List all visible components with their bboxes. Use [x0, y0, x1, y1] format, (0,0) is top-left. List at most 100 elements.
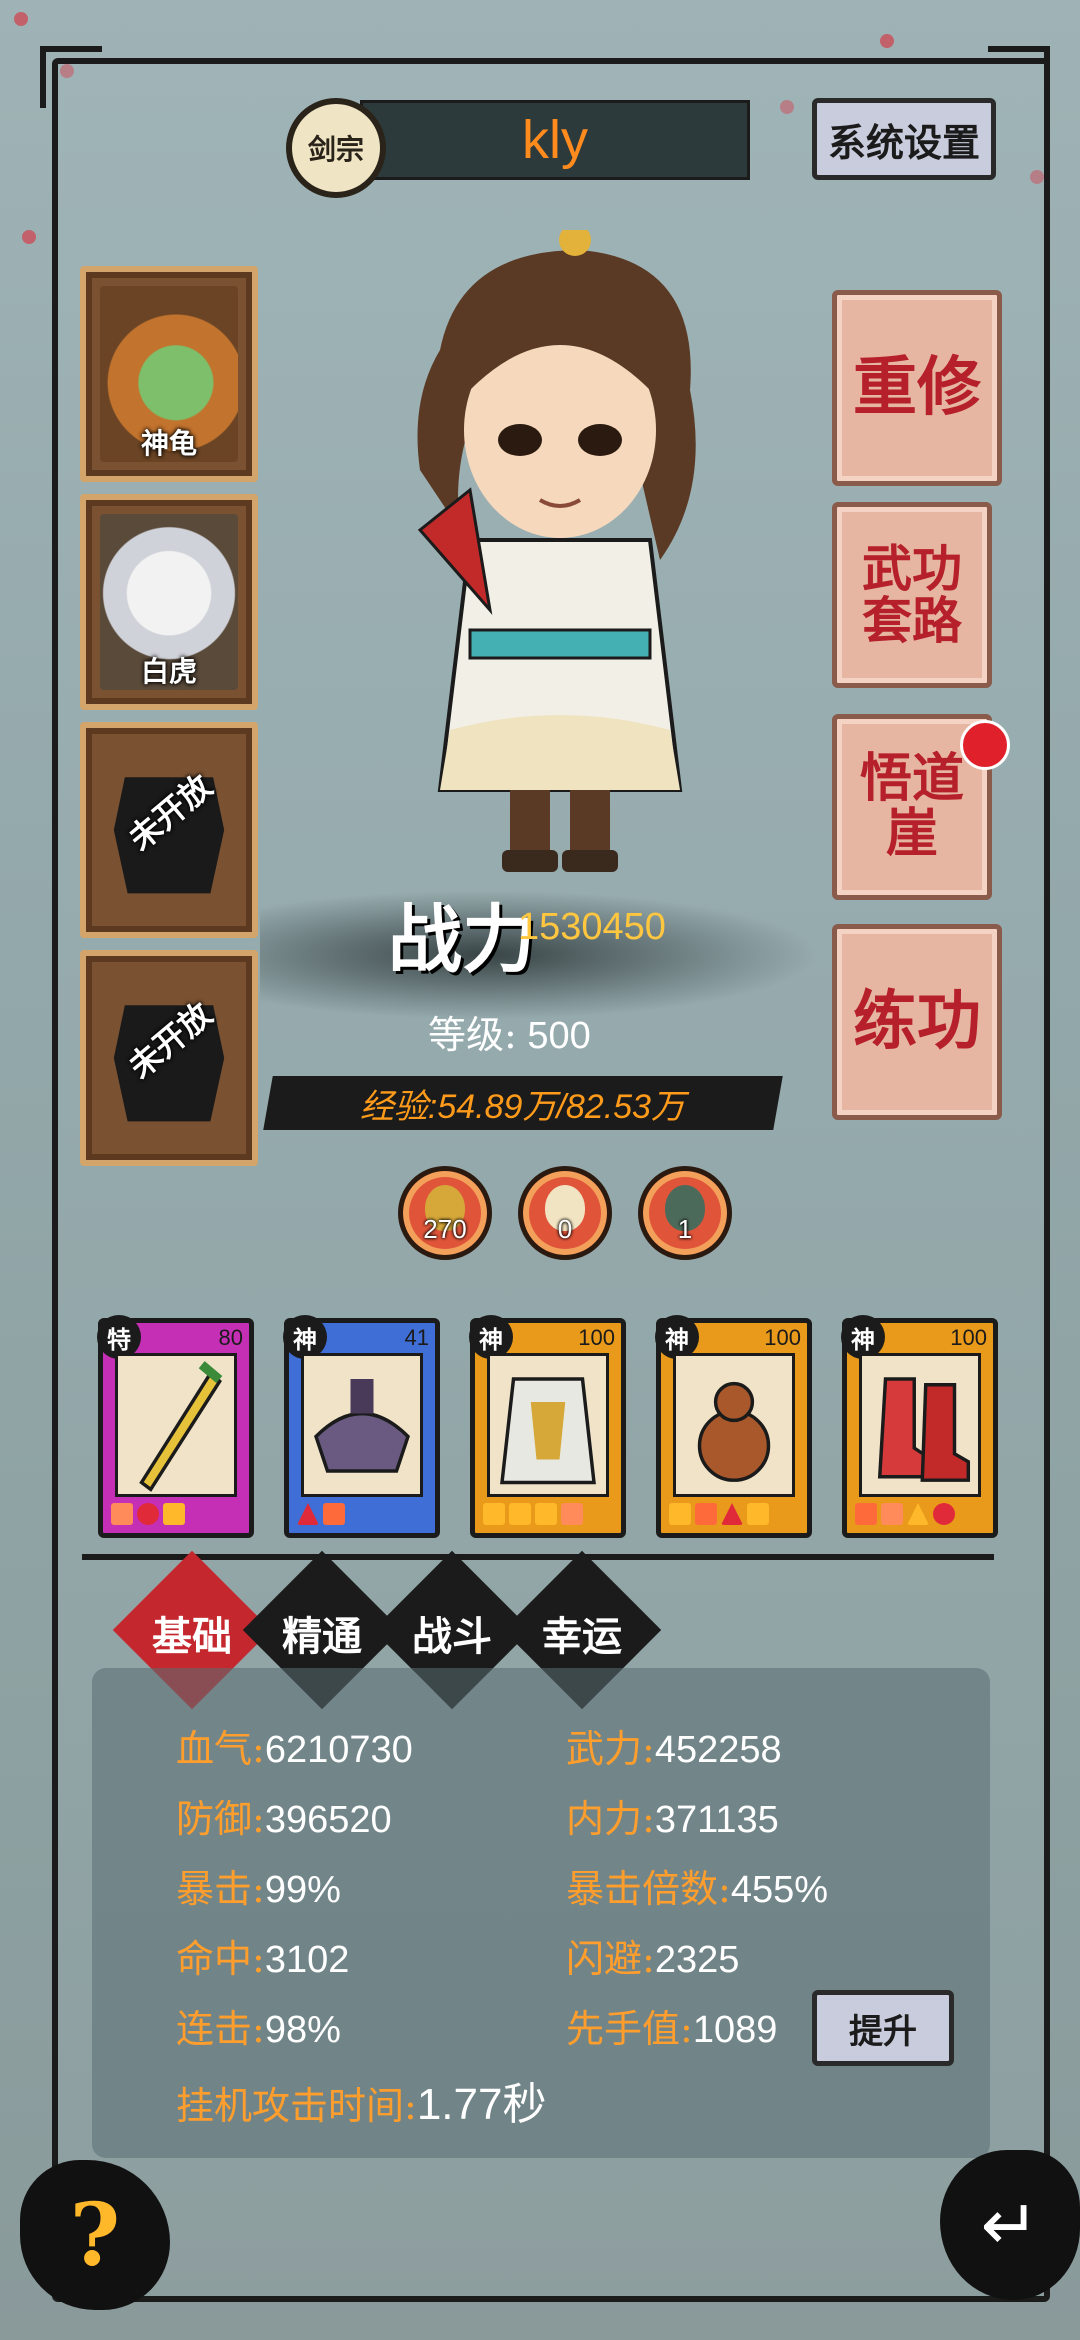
- gem-icon: [137, 1503, 159, 1525]
- gem-icon: [297, 1503, 319, 1525]
- enlightenment-cliff-label: 悟道崖: [859, 748, 964, 864]
- stat-label: 闪避:: [566, 1937, 655, 1981]
- retrain-button[interactable]: 重修: [832, 290, 1002, 486]
- back-button[interactable]: ↵: [940, 2150, 1080, 2300]
- stat-label: 防御:: [176, 1797, 265, 1841]
- equipment-level: 100: [764, 1325, 801, 1350]
- combat-power-value: 1530450: [518, 906, 666, 948]
- blossom-decoration: [22, 230, 36, 244]
- gem-icon: [163, 1503, 185, 1525]
- gem-icon: [535, 1503, 557, 1525]
- tab-basic-label: 基础: [152, 1613, 232, 1660]
- stat-initiative: 先手值:1089: [566, 1998, 777, 2053]
- system-settings-label: 系统设置: [827, 119, 980, 165]
- boots-icon: [859, 1353, 981, 1497]
- martial-arts-button[interactable]: 武功套路: [832, 502, 992, 688]
- equipment-level: 100: [950, 1325, 987, 1350]
- stat-label: 先手值:: [566, 2007, 693, 2051]
- frame-corner: [40, 46, 102, 108]
- level-display: 等级: 500: [428, 1004, 591, 1059]
- gem-icon: [855, 1503, 877, 1525]
- player-name: kly: [522, 110, 588, 170]
- stat-value: 99%: [264, 1869, 341, 1911]
- stat-inner-power: 内力:371135: [566, 1788, 779, 1843]
- equipment-level: 41: [404, 1325, 429, 1350]
- pet-slot-locked[interactable]: 未开放: [80, 950, 258, 1166]
- stat-value: 371135: [654, 1799, 779, 1841]
- equipment-slot-gourd[interactable]: 神 100: [655, 1315, 812, 1538]
- hero-character[interactable]: [380, 230, 740, 890]
- stat-label: 连击:: [176, 2007, 265, 2051]
- consumable-count: 0: [557, 1214, 573, 1244]
- gem-icon: [933, 1503, 955, 1525]
- equipment-slot-armor[interactable]: 神 100: [469, 1315, 626, 1538]
- experience-bar: 经验:54.89万/82.53万: [263, 1076, 783, 1130]
- consumable-gold-egg[interactable]: 270: [398, 1166, 492, 1260]
- stat-value: 452258: [654, 1729, 782, 1771]
- equipment-slot-boots[interactable]: 神 100: [841, 1315, 998, 1538]
- consumable-green-egg[interactable]: 1: [638, 1166, 732, 1260]
- stat-label: 暴击倍数:: [566, 1867, 731, 1911]
- gem-icon: [669, 1503, 691, 1525]
- notification-dot: [960, 720, 1010, 770]
- boost-button[interactable]: 提升: [812, 1990, 954, 2066]
- stat-value: 2325: [654, 1939, 740, 1981]
- stat-value: 1.77秒: [416, 2080, 547, 2129]
- stat-attack: 武力:452258: [566, 1718, 782, 1773]
- stat-dodge: 闪避:2325: [566, 1928, 739, 1983]
- pet-label: 白虎: [140, 655, 197, 688]
- system-settings-button[interactable]: 系统设置: [812, 98, 996, 180]
- level-value: 500: [527, 1015, 591, 1057]
- pet-label: 神龟: [140, 427, 197, 460]
- stat-crit-multiplier: 暴击倍数:455%: [566, 1858, 828, 1913]
- hat-icon: [301, 1353, 423, 1497]
- frame-corner: [988, 46, 1050, 108]
- gem-icon: [907, 1503, 929, 1525]
- armor-icon: [487, 1353, 609, 1497]
- gem-icon: [747, 1503, 769, 1525]
- gem-icon: [323, 1503, 345, 1525]
- gem-icon: [695, 1503, 717, 1525]
- stat-label: 内力:: [566, 1797, 655, 1841]
- equipment-slot-weapon[interactable]: 特 80: [97, 1315, 254, 1538]
- tab-combat-label: 战斗: [412, 1613, 492, 1660]
- sword-icon: [115, 1353, 237, 1497]
- pet-slot-turtle[interactable]: 神龟: [80, 266, 258, 482]
- combat-power-label: 战力: [388, 897, 536, 983]
- gem-slots: [483, 1503, 613, 1527]
- equipment-level: 80: [218, 1325, 243, 1350]
- practice-button[interactable]: 练功: [832, 924, 1002, 1120]
- equipment-slot-hat[interactable]: 神 41: [283, 1315, 440, 1538]
- stat-value: 455%: [730, 1869, 829, 1911]
- pet-slot-locked[interactable]: 未开放: [80, 722, 258, 938]
- stat-value: 1089: [692, 2009, 778, 2051]
- gem-slots: [855, 1503, 985, 1527]
- pet-slot-tiger[interactable]: 白虎: [80, 494, 258, 710]
- gem-icon: [561, 1503, 583, 1525]
- gem-slots: [297, 1503, 427, 1527]
- stat-label: 挂机攻击时间:: [176, 2084, 417, 2128]
- gem-icon: [881, 1503, 903, 1525]
- consumable-count: 1: [677, 1214, 693, 1244]
- blossom-decoration: [14, 12, 28, 26]
- gem-slots: [111, 1503, 241, 1527]
- boost-label: 提升: [849, 2011, 917, 2052]
- stat-label: 武力:: [566, 1727, 655, 1771]
- tab-luck-label: 幸运: [542, 1613, 622, 1660]
- stat-value: 98%: [264, 2009, 341, 2051]
- stat-label: 命中:: [176, 1937, 265, 1981]
- equipment-level: 100: [578, 1325, 615, 1350]
- gourd-icon: [673, 1353, 795, 1497]
- stat-label: 血气:: [176, 1727, 265, 1771]
- stat-defense: 防御:396520: [176, 1788, 392, 1843]
- retrain-label: 重修: [853, 350, 981, 426]
- tab-mastery-label: 精通: [282, 1613, 362, 1660]
- section-divider: [82, 1554, 994, 1560]
- sect-label: 剑宗: [307, 133, 364, 166]
- gem-slots: [669, 1503, 799, 1527]
- consumable-white-egg[interactable]: 0: [518, 1166, 612, 1260]
- stat-value: 6210730: [264, 1729, 413, 1771]
- level-label: 等级:: [428, 1013, 517, 1057]
- sect-badge: 剑宗: [286, 98, 386, 198]
- blossom-decoration: [880, 34, 894, 48]
